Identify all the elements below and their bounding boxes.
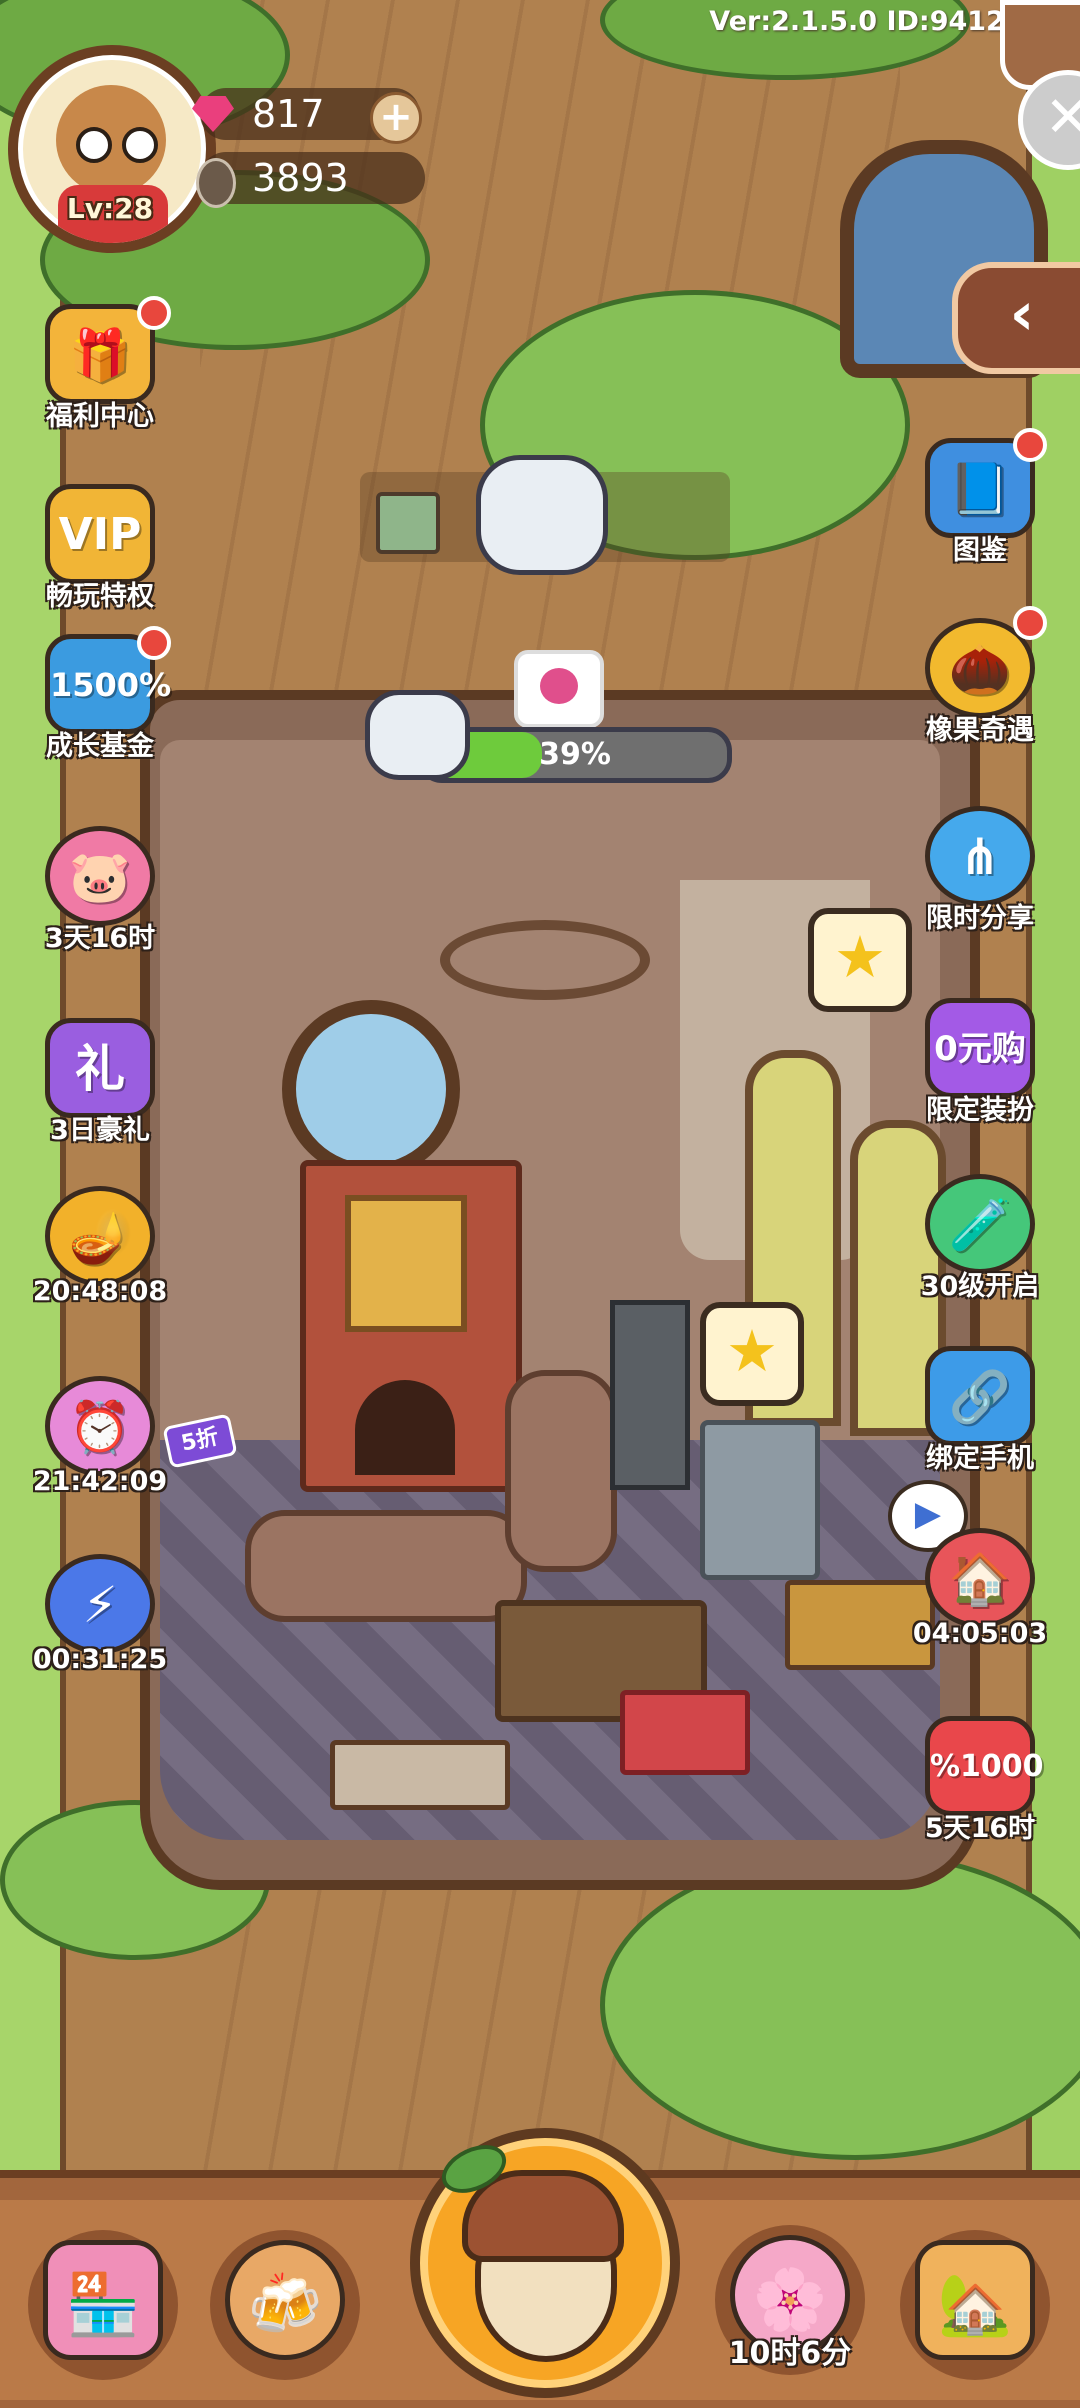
side-label: 3天16时 [44,923,156,954]
avatar-eye [76,127,112,163]
side-timer: 04:05:03 [912,1618,1048,1649]
collapse-panel-button[interactable]: ‹ [952,262,1080,374]
foliage [600,1850,1080,2160]
side-timer: 5天16时 [924,1813,1036,1844]
gem-cluster-icon [540,668,578,704]
coupon-text: %1000 [930,1749,1044,1784]
gamepad-icon[interactable] [365,690,470,780]
notification-dot [137,296,171,330]
red-chest[interactable] [620,1690,750,1775]
side-lightning[interactable]: ⚡ 00:31:25 [25,1548,175,1698]
side-acorn-adventure[interactable]: 🌰 橡果奇遇 [905,606,1055,762]
house-icon: 🏡 [915,2240,1035,2360]
gem-count: 817 [252,92,325,136]
wooden-door[interactable] [610,1300,690,1490]
side-timer: 20:48:08 [32,1276,168,1307]
seed-icon [196,158,236,208]
side-label: 限定装扮 [926,1095,1034,1126]
discount-coupon-icon: %1000 [925,1716,1044,1816]
sofa[interactable] [245,1510,527,1622]
reward-bubble[interactable] [514,650,604,728]
avatar-eye [122,127,158,163]
piggy-bank-icon: 🐷 [45,826,155,926]
side-label: 限时分享 [926,903,1034,934]
phone-link-icon: 🔗 [925,1346,1035,1446]
side-collection-book[interactable]: 📘 图鉴 [905,428,1055,582]
side-magic-lamp[interactable]: 🪔 20:48:08 [25,1180,175,1330]
porthole-painting[interactable] [282,1000,460,1178]
purple-gift-icon: 礼 [45,1018,155,1118]
add-gems-button[interactable]: + [370,92,422,144]
side-limited-share[interactable]: ⋔ 限时分享 [905,800,1055,950]
shop-mini-icon[interactable] [376,492,440,554]
zero-yuan-text: 0元购 [934,1029,1026,1069]
arcade-machine[interactable] [700,1420,820,1580]
gift-house-icon: 🏠 [925,1528,1035,1628]
gamepad-icon[interactable] [476,455,608,575]
star-task-bubble[interactable]: ★ [700,1302,804,1406]
zero-yuan-icon: 0元购 [925,998,1035,1098]
side-label: 橡果奇遇 [926,715,1034,746]
share-icon: ⋔ [925,806,1035,906]
hanging-swing[interactable] [440,920,650,1000]
notification-dot [1013,428,1047,462]
side-timer: 00:31:25 [32,1644,168,1675]
sofa-arm[interactable] [505,1370,617,1572]
lightning-icon: ⚡ [45,1554,155,1654]
side-label: 畅玩特权 [46,581,154,612]
portrait-frame[interactable] [345,1195,467,1332]
blossom-tree-timer: 10时6分 [728,2336,852,2371]
side-three-day-gift[interactable]: 礼 3日豪礼 [25,1012,175,1162]
glass-display[interactable] [330,1740,510,1810]
side-label: 图鉴 [953,535,1007,566]
home-button[interactable]: 🏡 [900,2230,1050,2380]
side-discount-coupon[interactable]: %1000 5天16时 [905,1710,1055,1860]
notification-dot [137,626,171,660]
magic-lamp-icon: 🪔 [45,1186,155,1286]
vip-icon: VIP [45,484,155,584]
side-welfare-center[interactable]: 🎁 福利中心 [25,296,175,448]
side-alarm-clock[interactable]: ⏰ 21:42:09 [25,1370,175,1520]
side-label: 福利中心 [46,401,154,432]
beer-cheers-icon: 🍻 [225,2240,345,2360]
player-level: Lv:28 [66,192,154,225]
beer-button[interactable]: 🍻 [210,2230,360,2380]
potion-icon: 🧪 [925,1174,1035,1274]
side-label: 3日豪礼 [50,1115,150,1146]
side-bind-phone[interactable]: 🔗 绑定手机 [905,1340,1055,1490]
side-label: 绑定手机 [926,1443,1034,1474]
side-piggy-bank[interactable]: 🐷 3天16时 [25,820,175,970]
side-limited-outfit[interactable]: 0元购 限定装扮 [905,992,1055,1142]
side-gift-house[interactable]: 🏠 04:05:03 [905,1522,1055,1672]
side-label: 30级开启 [920,1271,1040,1302]
shop-icon: 🏪 [43,2240,163,2360]
alarm-clock-icon: ⏰ [45,1376,155,1476]
fireplace-opening [355,1380,455,1475]
side-label: 成长基金 [46,731,154,762]
side-level-30-unlock[interactable]: 🧪 30级开启 [905,1168,1055,1318]
notification-dot [1013,606,1047,640]
seed-count: 3893 [252,156,349,200]
side-timer: 21:42:09 [32,1466,168,1497]
side-growth-fund[interactable]: 1500% 成长基金 [25,626,175,778]
side-vip-privilege[interactable]: VIP 畅玩特权 [25,478,175,628]
shop-button[interactable]: 🏪 [28,2230,178,2380]
